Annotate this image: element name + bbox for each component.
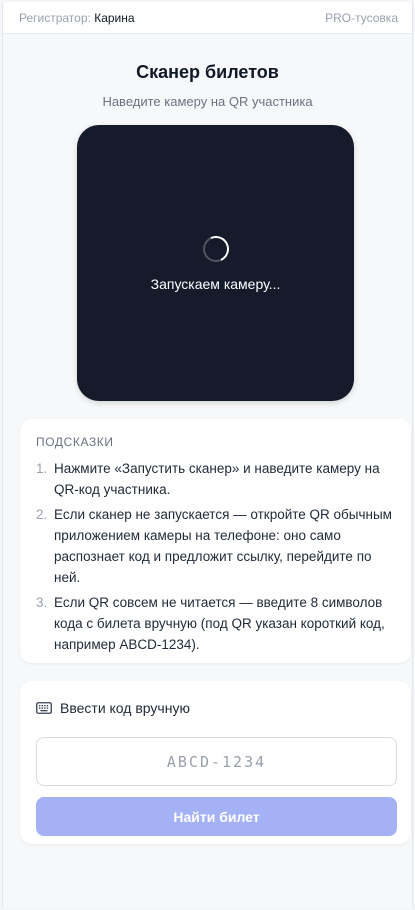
tip-item: 3. Если QR совсем не читается — введите … (36, 592, 395, 655)
tip-text: Если сканер не запускается — откройте QR… (54, 507, 392, 585)
camera-viewport[interactable]: Запускаем камеру... (77, 125, 354, 401)
tips-card: ПОДСКАЗКИ 1. Нажмите «Запустить сканер» … (20, 419, 411, 663)
tips-heading: ПОДСКАЗКИ (36, 435, 114, 449)
registrar-name: Карина (94, 10, 135, 25)
tip-number: 2. (36, 507, 48, 522)
top-bar: Регистратор: Карина PRO-тусовка (3, 2, 412, 34)
page-title: Сканер билетов (136, 62, 279, 82)
tip-number: 3. (36, 595, 48, 610)
page-subtitle: Наведите камеру на QR участника (102, 94, 313, 109)
registrar-info: Регистратор: Карина (19, 11, 135, 25)
manual-entry-heading: Ввести код вручную (60, 700, 190, 716)
keyboard-icon (36, 702, 52, 714)
event-brand: PRO-тусовка (325, 10, 398, 25)
manual-entry-header: Ввести код вручную (36, 698, 395, 718)
manual-entry-card: Ввести код вручную Найти билет (20, 681, 411, 844)
registrar-label: Регистратор: (19, 10, 91, 25)
ticket-code-input[interactable] (36, 737, 397, 786)
tip-text: Если QR совсем не читается — введите 8 с… (54, 595, 385, 652)
camera-status-text: Запускаем камеру... (150, 276, 281, 292)
tip-number: 1. (36, 461, 48, 476)
find-ticket-button[interactable]: Найти билет (36, 797, 397, 836)
tip-item: 1. Нажмите «Запустить сканер» и наведите… (36, 458, 395, 500)
tip-item: 2. Если сканер не запускается — откройте… (36, 504, 395, 588)
tip-text: Нажмите «Запустить сканер» и наведите ка… (54, 461, 380, 497)
app-frame: Регистратор: Карина PRO-тусовка Сканер б… (2, 2, 413, 908)
loading-spinner-icon (199, 232, 233, 266)
